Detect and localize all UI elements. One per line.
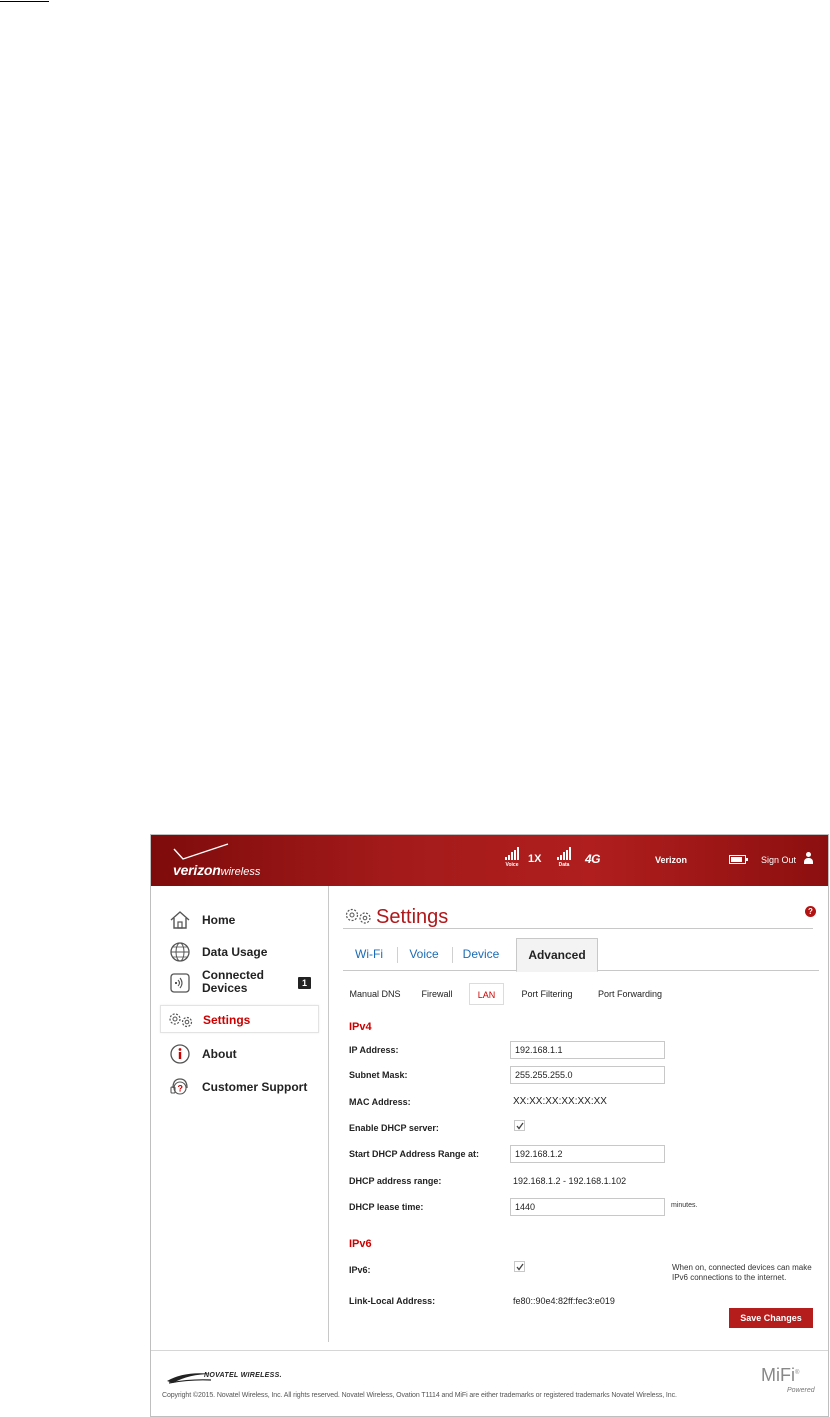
- device-count-badge: 1: [298, 977, 311, 989]
- ipv6-note: When on, connected devices can make IPv6…: [672, 1263, 812, 1282]
- ipv6-heading: IPv6: [349, 1238, 372, 1250]
- dhcp-range-value: 192.168.1.2 - 192.168.1.102: [513, 1176, 627, 1186]
- dhcp-range-label: DHCP address range:: [349, 1176, 442, 1186]
- home-icon: [170, 911, 190, 929]
- data-label: Data: [558, 862, 570, 868]
- globe-icon: [170, 942, 190, 962]
- sidebar-item-customer-support[interactable]: ? Customer Support: [160, 1073, 319, 1101]
- sidebar-item-label: Connected Devices: [202, 968, 265, 995]
- battery-icon: [729, 855, 748, 864]
- advanced-subtabs: Manual DNS Firewall LAN Port Filtering P…: [343, 983, 819, 1005]
- footer: NOVATEL WIRELESS. Copyright ©2015. Novat…: [151, 1350, 828, 1416]
- help-icon[interactable]: ?: [805, 906, 816, 917]
- sign-out-link[interactable]: Sign Out: [761, 855, 796, 865]
- novatel-wordmark: NOVATEL WIRELESS.: [204, 1372, 282, 1379]
- link-local-value: fe80::90e4:82ff:fec3:e019: [513, 1296, 615, 1306]
- sidebar-item-label: About: [202, 1047, 237, 1061]
- start-dhcp-label: Start DHCP Address Range at:: [349, 1149, 480, 1159]
- settings-gears-icon: [345, 908, 371, 924]
- save-changes-button[interactable]: Save Changes: [729, 1308, 813, 1328]
- sidebar-item-connected-devices[interactable]: Connected Devices 1: [160, 969, 319, 997]
- ipv4-heading: IPv4: [349, 1021, 372, 1033]
- mac-address-label: MAC Address:: [349, 1097, 411, 1107]
- page-title-text: Settings: [376, 906, 449, 928]
- verizon-logo: verizonwireless: [171, 843, 281, 881]
- page-title: Settings: [343, 905, 813, 929]
- gears-icon: [169, 1013, 193, 1028]
- sidebar-item-data-usage[interactable]: Data Usage: [160, 938, 319, 966]
- subtab-port-forwarding[interactable]: Port Forwarding: [593, 983, 667, 1005]
- tab-divider: [397, 947, 398, 963]
- subtab-manual-dns[interactable]: Manual DNS: [343, 983, 407, 1005]
- sidebar-item-home[interactable]: Home: [160, 906, 319, 934]
- checkmark-icon: [516, 1122, 524, 1130]
- lease-time-unit: minutes.: [671, 1202, 698, 1209]
- settings-tabs: Wi-Fi Voice Device Advanced: [343, 938, 819, 972]
- voice-network-type: 1X: [528, 853, 542, 865]
- subtab-firewall[interactable]: Firewall: [417, 983, 457, 1005]
- verizon-check-icon: [173, 843, 229, 860]
- subtab-port-filtering[interactable]: Port Filtering: [516, 983, 578, 1005]
- ip-address-label: IP Address:: [349, 1045, 399, 1055]
- ip-address-input[interactable]: [510, 1041, 665, 1059]
- user-icon[interactable]: [804, 852, 813, 864]
- sidebar-item-label: Customer Support: [202, 1080, 308, 1094]
- carrier-name: Verizon: [655, 855, 688, 865]
- enable-dhcp-label: Enable DHCP server:: [349, 1123, 439, 1133]
- checkmark-icon: [516, 1263, 524, 1271]
- brand-name: verizonwireless: [173, 862, 261, 878]
- devices-icon: [170, 973, 190, 993]
- tab-device[interactable]: Device: [454, 938, 508, 971]
- lease-time-input[interactable]: [510, 1198, 665, 1216]
- tab-divider: [452, 947, 453, 963]
- ipv6-label: IPv6:: [349, 1265, 371, 1275]
- info-icon: [170, 1044, 190, 1064]
- sidebar-item-label: Settings: [203, 1013, 251, 1027]
- mifi-logo: MiFi®: [761, 1365, 800, 1385]
- lease-time-label: DHCP lease time:: [349, 1202, 424, 1212]
- support-icon: ?: [170, 1078, 188, 1095]
- top-header: verizonwireless Voice 1X Data 4G Verizon…: [151, 835, 828, 886]
- sidebar-item-label: Data Usage: [202, 945, 268, 959]
- voice-label: Voice: [505, 862, 519, 868]
- data-network-type: 4G: [585, 852, 601, 866]
- mac-address-value: XX:XX:XX:XX:XX:XX: [513, 1096, 607, 1107]
- link-local-label: Link-Local Address:: [349, 1296, 436, 1306]
- powered-text: Powered: [787, 1387, 815, 1394]
- sidebar-item-label: Home: [202, 913, 236, 927]
- data-signal-icon: Data: [553, 847, 575, 869]
- subnet-mask-label: Subnet Mask:: [349, 1070, 408, 1080]
- svg-text:?: ?: [178, 1084, 184, 1094]
- tab-advanced[interactable]: Advanced: [516, 938, 598, 972]
- top-rule: [0, 1, 49, 2]
- ipv6-checkbox[interactable]: [514, 1261, 525, 1272]
- sidebar-nav: Home Data Usage Connected Devices 1 Sett…: [151, 886, 329, 1342]
- enable-dhcp-checkbox[interactable]: [514, 1120, 525, 1131]
- mifi-admin-window: verizonwireless Voice 1X Data 4G Verizon…: [150, 834, 829, 1417]
- start-dhcp-input[interactable]: [510, 1145, 665, 1163]
- sidebar-item-about[interactable]: About: [160, 1040, 319, 1068]
- copyright-text: Copyright ©2015. Novatel Wireless, Inc. …: [162, 1392, 677, 1399]
- voice-signal-icon: Voice: [501, 847, 523, 869]
- tab-voice[interactable]: Voice: [399, 938, 449, 971]
- sidebar-item-settings[interactable]: Settings: [160, 1005, 319, 1033]
- subnet-mask-input[interactable]: [510, 1066, 665, 1084]
- tab-wifi[interactable]: Wi-Fi: [343, 938, 395, 971]
- subtab-lan[interactable]: LAN: [469, 983, 504, 1005]
